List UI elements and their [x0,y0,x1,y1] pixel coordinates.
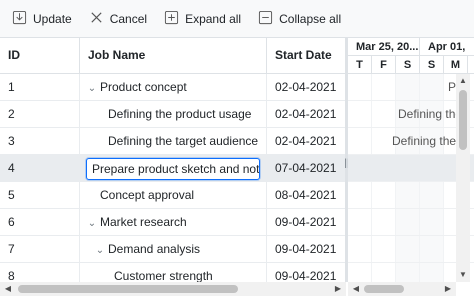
table-row-editing[interactable]: 4 07-04-2021 [0,155,345,182]
timeline-header-top: Mar 25, 20... Apr 01, [348,38,474,56]
start-date-cell: 09-04-2021 [267,263,345,282]
id-cell: 8 [0,263,80,282]
update-button[interactable]: Update [12,6,72,32]
name-cell: Market research [100,215,187,229]
start-date-cell: 07-04-2021 [267,155,345,182]
timeline-day: S [396,56,420,74]
timeline-day: F [372,56,396,74]
timeline-header-days: T F S S M [348,56,474,74]
timeline-day: M [444,56,468,74]
name-cell-wrap: ⌄ Demand analysis [80,236,267,263]
scroll-left-icon[interactable]: ◀ [350,282,362,296]
vertical-scrollbar[interactable]: ▲ ▼ [456,74,470,282]
scroll-right-icon[interactable]: ▶ [442,282,454,296]
expand-icon [164,10,185,28]
tree-grid: ID Job Name Start Date 1 ⌄ Product concep… [0,38,346,282]
table-row[interactable]: 2 Defining the product usage 02-04-2021 [0,101,345,128]
collapse-all-label: Collapse all [279,11,342,26]
table-row[interactable]: 3 Defining the target audience 02-04-202… [0,128,345,155]
name-cell: Customer strength [80,263,267,282]
cancel-button[interactable]: Cancel [89,6,147,32]
scroll-left-icon[interactable]: ◀ [2,282,14,296]
start-date-cell: 02-04-2021 [267,74,345,101]
grid-horizontal-thumb[interactable] [18,285,238,293]
id-cell: 4 [0,155,80,182]
table-row[interactable]: 5 Concept approval 08-04-2021 [0,182,345,209]
table-row[interactable]: 7 ⌄ Demand analysis 09-04-2021 [0,236,345,263]
task-label: Defining the t [392,134,463,148]
id-cell: 5 [0,182,80,209]
name-cell: Product concept [100,80,187,94]
chevron-down-icon[interactable]: ⌄ [86,211,98,236]
id-cell: 2 [0,101,80,128]
close-icon [89,10,110,28]
id-cell: 3 [0,128,80,155]
table-row[interactable]: 6 ⌄ Market research 09-04-2021 [0,209,345,236]
job-name-edit-input[interactable] [86,158,260,180]
vertical-scroll-thumb[interactable] [459,90,467,150]
name-cell: Concept approval [80,182,267,209]
start-date-cell: 08-04-2021 [267,182,345,209]
chevron-down-icon[interactable]: ⌄ [86,76,98,101]
name-cell: Defining the product usage [80,101,267,128]
table-row[interactable]: 8 Customer strength 09-04-2021 [0,263,345,282]
timeline-day: S [420,56,444,74]
expand-all-button[interactable]: Expand all [164,6,241,32]
name-cell: Defining the target audience [80,128,267,155]
name-cell: Demand analysis [108,242,201,256]
id-cell: 6 [0,209,80,236]
start-date-cell: 02-04-2021 [267,101,345,128]
scroll-up-icon[interactable]: ▲ [456,74,470,88]
timeline-week: Mar 25, 20... [348,38,420,56]
scroll-down-icon[interactable]: ▼ [456,268,470,282]
expand-all-label: Expand all [185,11,242,26]
cancel-label: Cancel [109,11,148,26]
scroll-right-icon[interactable]: ▶ [332,282,344,296]
save-icon [12,10,33,28]
collapse-all-button[interactable]: Collapse all [258,6,341,32]
chart-horizontal-thumb[interactable] [364,285,404,293]
task-label: P [448,80,457,94]
column-header-start-date[interactable]: Start Date [267,38,345,74]
id-cell: 7 [0,236,80,263]
chevron-down-icon[interactable]: ⌄ [94,238,106,263]
timeline-week: Apr 01, [428,41,466,53]
name-cell-wrap: ⌄ Market research [80,209,267,236]
column-header-id[interactable]: ID [0,38,80,74]
timeline-day: T [348,56,372,74]
task-label: Defining the [398,107,463,121]
start-date-cell: 09-04-2021 [267,209,345,236]
grid-horizontal-scrollbar[interactable]: ◀ ▶ [0,282,346,296]
chart-horizontal-scrollbar[interactable]: ◀ ▶ [348,282,456,296]
update-label: Update [33,11,72,26]
start-date-cell: 09-04-2021 [267,236,345,263]
grid-header: ID Job Name Start Date [0,38,345,74]
start-date-cell: 02-04-2021 [267,128,345,155]
id-cell: 1 [0,74,80,101]
table-row[interactable]: 1 ⌄ Product concept 02-04-2021 [0,74,345,101]
toolbar: Update Cancel Expand all Collapse all [0,0,474,38]
name-cell-wrap: ⌄ Product concept [80,74,267,101]
collapse-icon [258,10,279,28]
column-header-job-name[interactable]: Job Name [80,38,267,74]
